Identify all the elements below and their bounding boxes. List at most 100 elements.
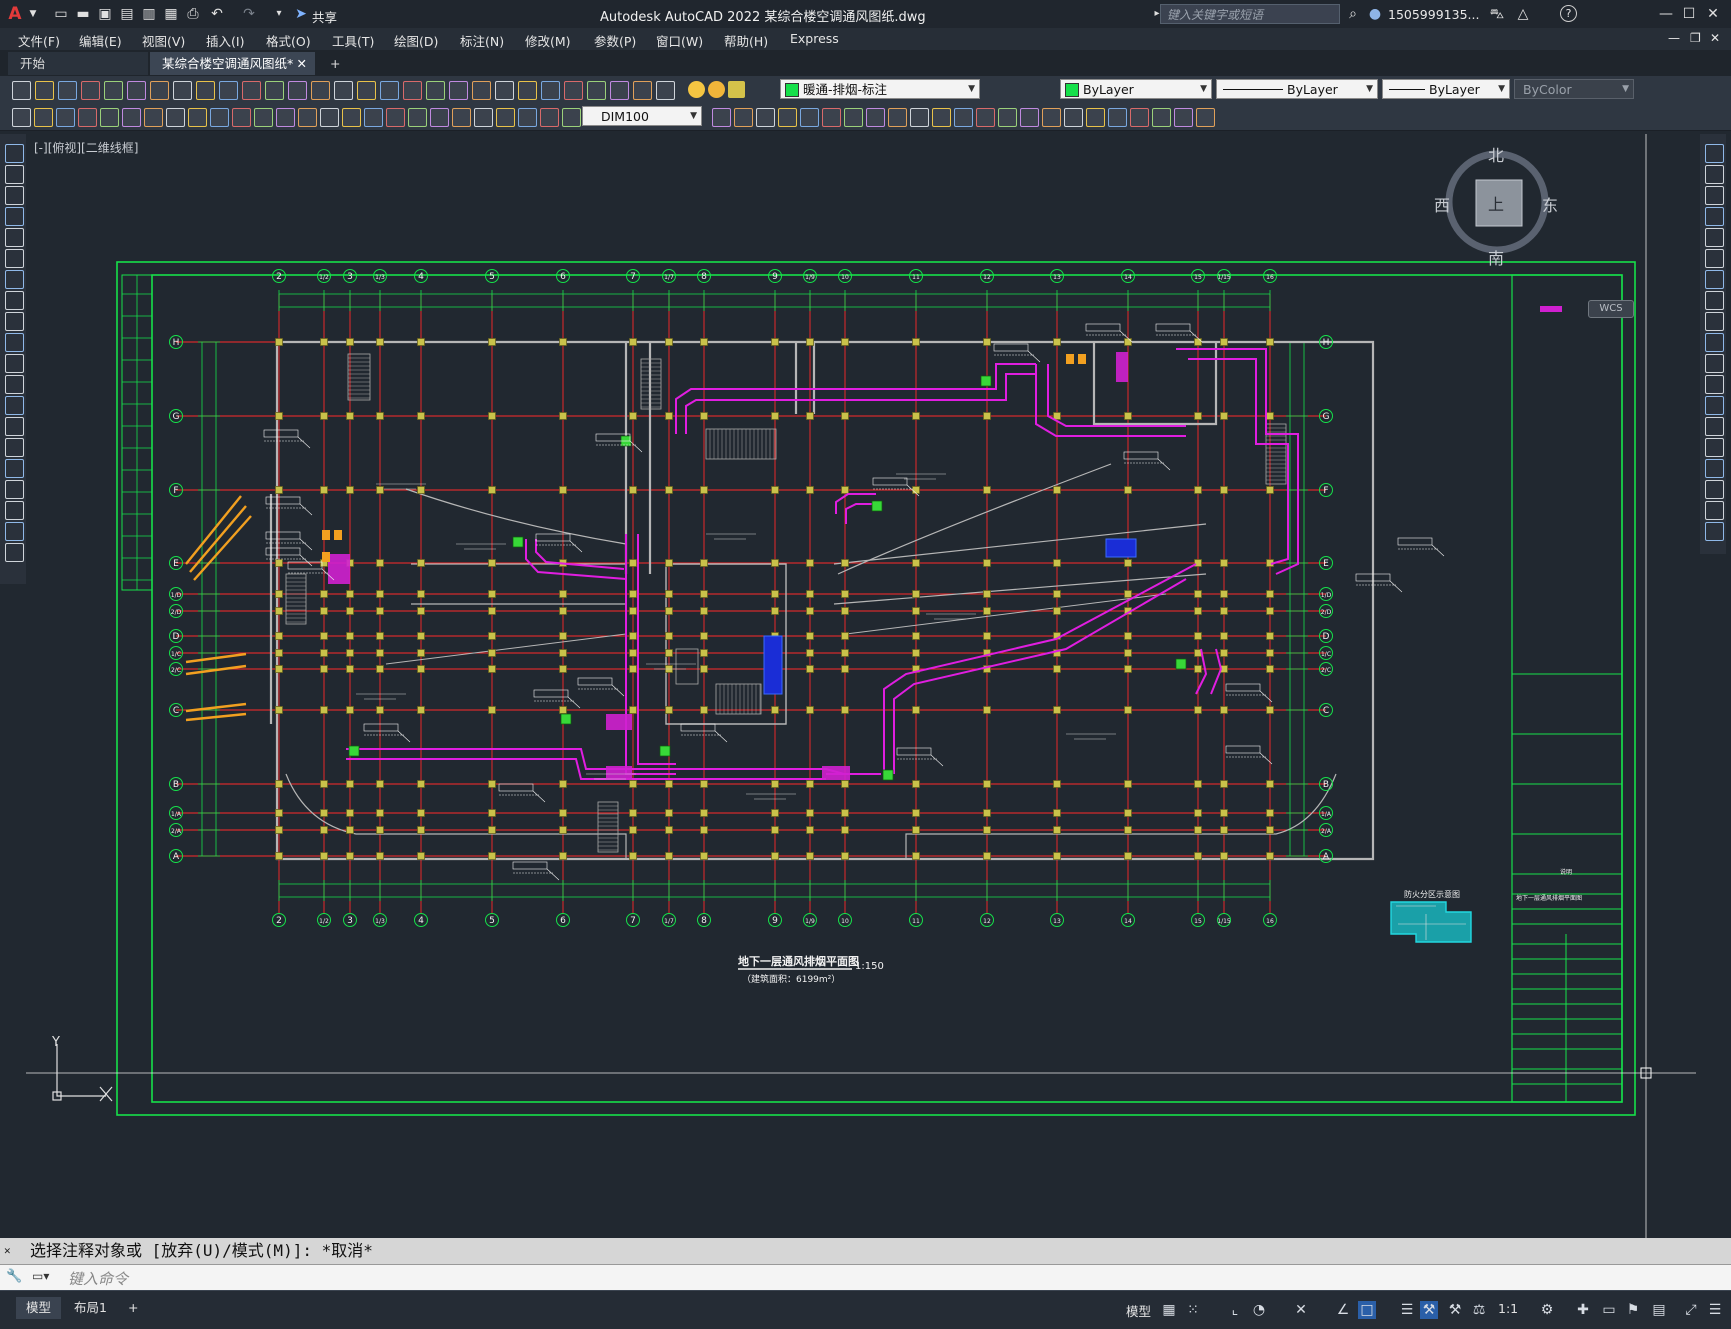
draw-tool-icon-9[interactable]	[188, 108, 207, 127]
draw-tool-icon-6[interactable]	[122, 108, 141, 127]
add-layout-button[interactable]: +	[118, 1297, 148, 1319]
customization-menu-icon[interactable]: ☰	[1706, 1301, 1724, 1319]
standard-tool-icon-21[interactable]	[472, 81, 491, 100]
right-modify-tool-icon-8[interactable]	[1705, 291, 1724, 310]
left-draw-tool-icon-19[interactable]	[5, 522, 24, 541]
command-close-icon[interactable]: ✕	[4, 1238, 11, 1264]
standard-tool-icon-12[interactable]	[265, 81, 284, 100]
layer-on-icon[interactable]	[688, 81, 705, 98]
standard-tool-icon-14[interactable]	[311, 81, 330, 100]
grid-icon[interactable]: ▦	[1160, 1301, 1178, 1319]
draw-tool-icon-15[interactable]	[320, 108, 339, 127]
drawing-canvas[interactable]: [-][俯视][二维线框] 2 2 1/2 1/2 3 3 1/3 1/3 4 …	[26, 134, 1696, 1238]
menu-format[interactable]: 格式(O)	[266, 31, 311, 50]
plotstyle-dropdown[interactable]: ByColor ▼	[1514, 79, 1634, 99]
plot-icon[interactable]: ⎙	[184, 5, 202, 23]
annotation-visibility-icon[interactable]: ⚒	[1420, 1301, 1438, 1319]
left-draw-tool-icon-7[interactable]	[5, 270, 24, 289]
draw-tool-icon-5[interactable]	[100, 108, 119, 127]
user-name[interactable]: 1505999135...	[1388, 7, 1479, 22]
right-modify-tool-icon-1[interactable]	[1705, 144, 1724, 163]
recent-commands-icon[interactable]: ▭▾	[32, 1269, 49, 1283]
draw-tool-icon-10[interactable]	[210, 108, 229, 127]
draw-tool-icon-21[interactable]	[452, 108, 471, 127]
draw-tool-icon-32[interactable]	[822, 108, 841, 127]
doc-restore-icon[interactable]: ❐	[1690, 31, 1701, 45]
draw-tool-icon-2[interactable]	[34, 108, 53, 127]
cart-icon[interactable]: ⛍	[1488, 5, 1506, 23]
menu-view[interactable]: 视图(V)	[142, 31, 185, 50]
command-line[interactable]: 🔧 ▭▾ 键入命令	[0, 1264, 1731, 1291]
save-icon[interactable]: ▣	[96, 5, 114, 23]
menu-insert[interactable]: 插入(I)	[206, 31, 244, 50]
viewcube-south[interactable]: 南	[1488, 245, 1504, 269]
draw-tool-icon-36[interactable]	[910, 108, 929, 127]
standard-tool-icon-18[interactable]	[403, 81, 422, 100]
search-input[interactable]: 键入关键字或短语	[1160, 4, 1340, 24]
draw-tool-icon-48[interactable]	[1174, 108, 1193, 127]
units-icon[interactable]: ▭	[1600, 1301, 1618, 1319]
tab-layout1[interactable]: 布局1	[64, 1297, 117, 1319]
color-dropdown[interactable]: ByLayer ▼	[1060, 79, 1212, 99]
share-label[interactable]: 共享	[312, 7, 337, 26]
draw-tool-icon-8[interactable]	[166, 108, 185, 127]
left-draw-tool-icon-11[interactable]	[5, 354, 24, 373]
new-tab-button[interactable]: +	[322, 52, 350, 75]
standard-tool-icon-15[interactable]	[334, 81, 353, 100]
menu-file[interactable]: 文件(F)	[18, 31, 60, 50]
standard-tool-icon-20[interactable]	[449, 81, 468, 100]
right-modify-tool-icon-6[interactable]	[1705, 249, 1724, 268]
osnap-icon[interactable]: ✕	[1292, 1301, 1310, 1319]
doc-close-icon[interactable]: ✕	[1710, 31, 1720, 45]
isodraft-icon[interactable]: ∠	[1334, 1301, 1352, 1319]
left-draw-tool-icon-15[interactable]	[5, 438, 24, 457]
draw-tool-icon-23[interactable]	[496, 108, 515, 127]
draw-tool-icon-39[interactable]	[976, 108, 995, 127]
right-modify-tool-icon-17[interactable]	[1705, 480, 1724, 499]
draw-tool-icon-47[interactable]	[1152, 108, 1171, 127]
left-draw-tool-icon-1[interactable]	[5, 144, 24, 163]
standard-tool-icon-24[interactable]	[541, 81, 560, 100]
standard-tool-icon-13[interactable]	[288, 81, 307, 100]
viewcube[interactable]: 北 南 东 西 上	[1432, 142, 1562, 272]
annotation-scale-icon[interactable]: ⚖	[1470, 1301, 1488, 1319]
left-draw-tool-icon-5[interactable]	[5, 228, 24, 247]
draw-tool-icon-17[interactable]	[364, 108, 383, 127]
left-draw-tool-icon-13[interactable]	[5, 396, 24, 415]
draw-tool-icon-12[interactable]	[254, 108, 273, 127]
menu-edit[interactable]: 编辑(E)	[79, 31, 122, 50]
share-icon[interactable]: ➤	[292, 5, 310, 23]
draw-tool-icon-28[interactable]	[734, 108, 753, 127]
right-modify-tool-icon-5[interactable]	[1705, 228, 1724, 247]
left-draw-tool-icon-9[interactable]	[5, 312, 24, 331]
save-web-icon[interactable]: ▦	[162, 5, 180, 23]
standard-tool-icon-10[interactable]	[219, 81, 238, 100]
connect-icon[interactable]: △	[1514, 5, 1532, 23]
lineweight-icon[interactable]: ☰	[1398, 1301, 1416, 1319]
draw-tool-icon-33[interactable]	[844, 108, 863, 127]
draw-tool-icon-45[interactable]	[1108, 108, 1127, 127]
quick-access-dropdown-icon[interactable]: ▾	[270, 5, 288, 23]
draw-tool-icon-19[interactable]	[408, 108, 427, 127]
right-modify-tool-icon-16[interactable]	[1705, 459, 1724, 478]
standard-tool-icon-22[interactable]	[495, 81, 514, 100]
left-draw-tool-icon-20[interactable]	[5, 543, 24, 562]
draw-tool-icon-43[interactable]	[1064, 108, 1083, 127]
draw-tool-icon-26[interactable]	[562, 108, 581, 127]
standard-tool-icon-5[interactable]	[104, 81, 123, 100]
menu-draw[interactable]: 绘图(D)	[394, 31, 438, 50]
menu-help[interactable]: 帮助(H)	[724, 31, 768, 50]
hardware-acceleration-icon[interactable]: ▤	[1650, 1301, 1668, 1319]
draw-tool-icon-38[interactable]	[954, 108, 973, 127]
app-menu-chevron-icon[interactable]: ▼	[24, 5, 42, 23]
draw-tool-icon-44[interactable]	[1086, 108, 1105, 127]
workspace-gear-icon[interactable]: ⚙	[1538, 1301, 1556, 1319]
menu-express[interactable]: Express	[790, 31, 839, 46]
annotation-scale-value[interactable]: 1:1	[1498, 1301, 1518, 1316]
help-icon[interactable]: ?	[1560, 5, 1577, 22]
maximize-icon[interactable]: ☐	[1680, 5, 1698, 23]
search-icon[interactable]: ⌕	[1344, 5, 1362, 23]
viewcube-north[interactable]: 北	[1488, 142, 1504, 166]
standard-tool-icon-29[interactable]	[656, 81, 675, 100]
isolate-objects-icon[interactable]: ⚑	[1624, 1301, 1642, 1319]
